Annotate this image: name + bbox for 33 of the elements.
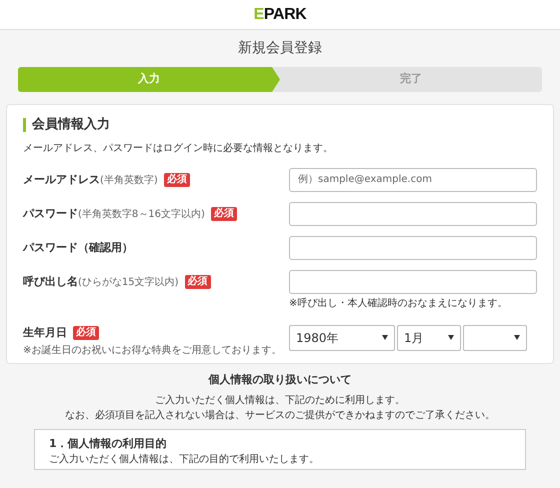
step: 完了	[280, 67, 542, 92]
dropdown[interactable]: 1月	[397, 324, 461, 350]
required-badge: 必須	[210, 206, 237, 221]
input-field[interactable]: 例）sample@example.com	[289, 168, 537, 192]
privacy-heading: 個人情報の取り扱いについて	[208, 372, 352, 388]
required-badge: 必須	[184, 274, 211, 289]
section-heading: 会員情報入力	[32, 116, 110, 134]
field-label: メールアドレス(半角英数字)	[23, 172, 158, 188]
field-label: パスワード（確認用）	[23, 240, 133, 256]
step: 入力	[18, 67, 280, 92]
caret-icon	[448, 335, 454, 340]
accent-bar	[23, 118, 26, 132]
field-label: 生年月日	[23, 324, 67, 340]
caret-icon	[514, 335, 520, 340]
description: メールアドレス、パスワードはログイン時に必要な情報となります。	[23, 142, 334, 156]
field-label: パスワード(半角英数字8～16文字以内)	[23, 206, 205, 222]
required-badge: 必須	[73, 326, 99, 340]
privacy-text: ご入力いただく個人情報は、下記のために利用します。	[155, 394, 405, 408]
policy-text: ご入力いただく個人情報は、下記の目的で利用いたします。	[49, 452, 320, 467]
field-note: ※お誕生日のお祝いにお得な特典をご用意しております。	[23, 344, 282, 358]
field-note: ※呼び出し・本人確認時のおなまえになります。	[289, 296, 508, 310]
dropdown[interactable]: 1980年	[289, 324, 395, 350]
policy-heading: 1．個人情報の利用目的	[49, 436, 168, 452]
input-field[interactable]	[289, 202, 537, 226]
input-field[interactable]	[289, 236, 537, 260]
required-badge: 必須	[164, 172, 190, 187]
field-label: 呼び出し名(ひらがな15文字以内)	[23, 274, 179, 290]
dropdown[interactable]	[463, 324, 527, 350]
caret-icon	[382, 335, 388, 340]
input-field[interactable]	[289, 270, 537, 294]
privacy-text: なお、必須項目を記入されない場合は、サービスのご提供ができかねますのでご了承ください。	[65, 408, 495, 422]
logo[interactable]: EPARK	[254, 2, 306, 26]
page-title: 新規会員登録	[238, 39, 322, 58]
